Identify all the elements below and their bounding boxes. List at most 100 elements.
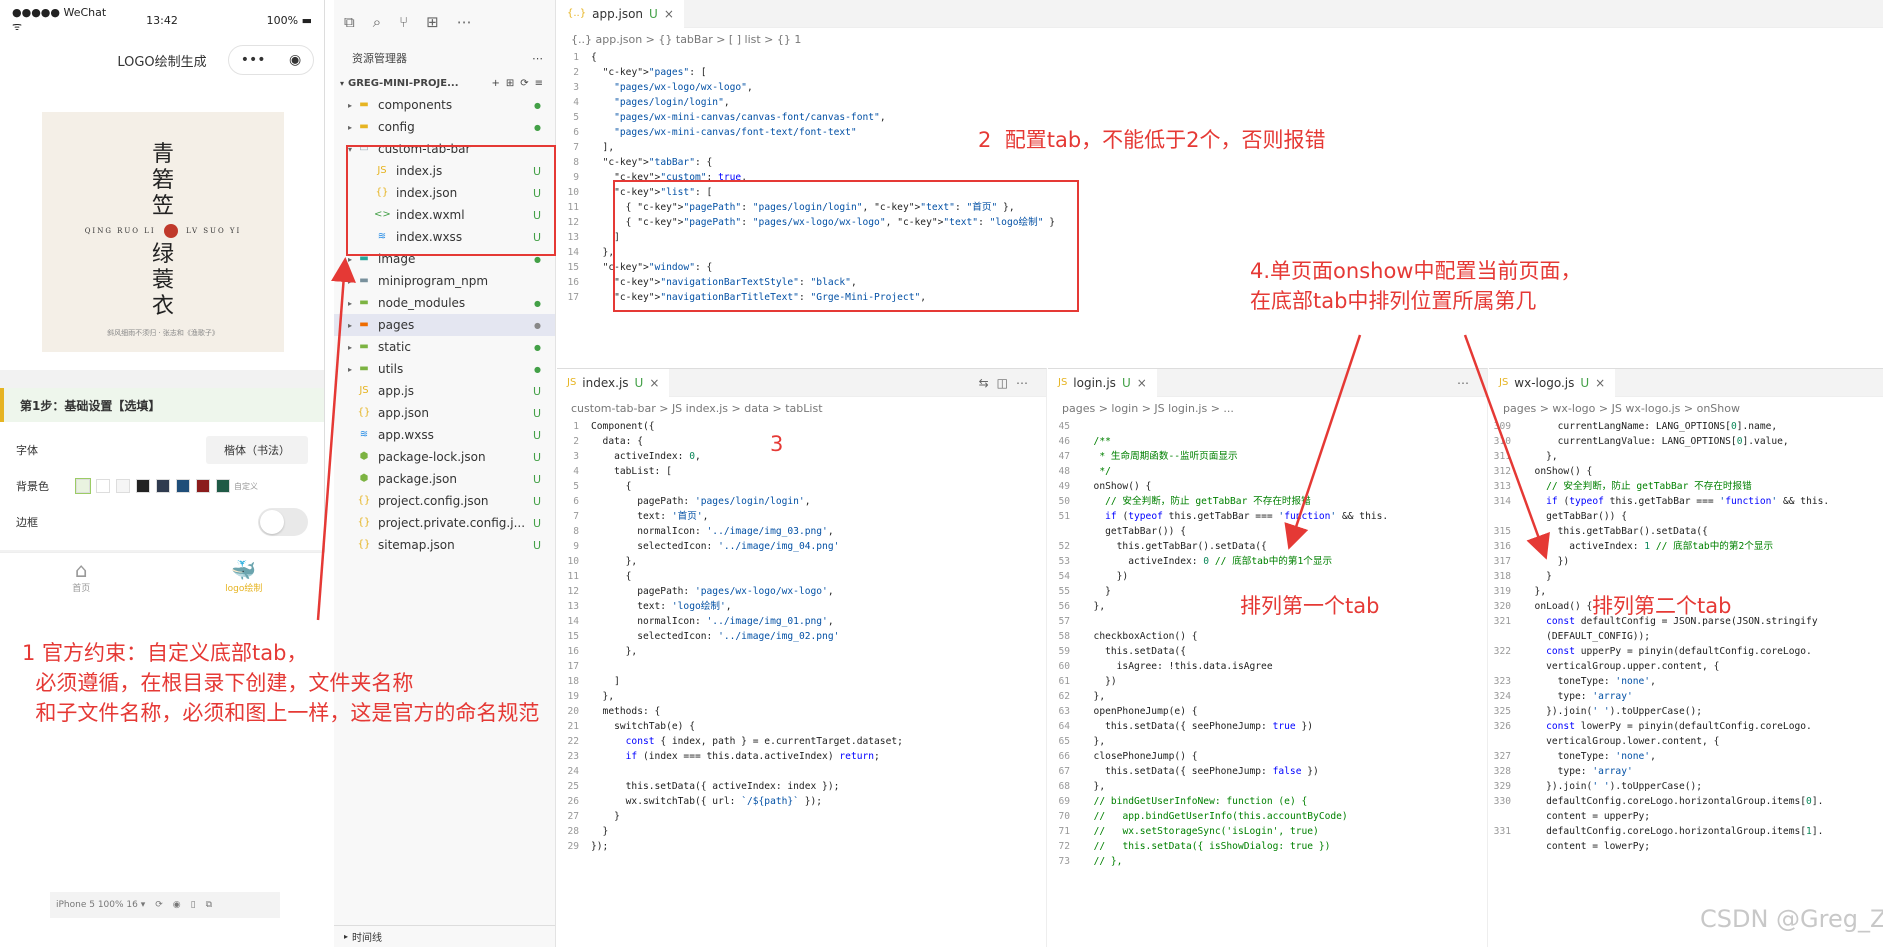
code-line[interactable]: 73 // },: [1048, 854, 1487, 869]
close-icon[interactable]: ×: [1137, 376, 1147, 390]
code-line[interactable]: 311 },: [1489, 449, 1883, 464]
code-line[interactable]: 313 // 安全判断，防止 getTabBar 不存在时报错: [1489, 479, 1883, 494]
color-swatch[interactable]: [216, 479, 230, 493]
code-line[interactable]: 6 pagePath: 'pages/login/login',: [557, 494, 1046, 509]
extensions-icon[interactable]: ⊞: [426, 13, 439, 31]
tab-app-json[interactable]: {..} app.json U ×: [557, 0, 684, 28]
chevron-right-icon[interactable]: ▸: [344, 365, 356, 374]
tree-item[interactable]: ▸ ▬ components ●: [334, 94, 555, 116]
code-line[interactable]: 13 text: 'logo绘制',: [557, 599, 1046, 614]
breadcrumb[interactable]: pages > wx-logo > JS wx-logo.js > onShow: [1489, 397, 1883, 419]
code-line[interactable]: 69 // bindGetUserInfoNew: function (e) {: [1048, 794, 1487, 809]
code-line[interactable]: 327 toneType: 'none',: [1489, 749, 1883, 764]
code-line[interactable]: 21 switchTab(e) {: [557, 719, 1046, 734]
code-line[interactable]: 331 defaultConfig.coreLogo.horizontalGro…: [1489, 824, 1883, 839]
breadcrumb[interactable]: custom-tab-bar > JS index.js > data > ta…: [557, 397, 1046, 419]
chevron-right-icon[interactable]: ▸: [344, 277, 356, 286]
files-icon[interactable]: ⧉: [344, 13, 355, 31]
chevron-right-icon[interactable]: ▸: [344, 343, 356, 352]
code-line[interactable]: 65 },: [1048, 734, 1487, 749]
code-lines[interactable]: 1 Component({2 data: {3 activeIndex: 0, 4 …: [557, 419, 1046, 854]
project-root[interactable]: ▾ GREG-MINI-PROJE... +⊞⟳≡: [334, 72, 555, 94]
code-line[interactable]: 59 this.setData({: [1048, 644, 1487, 659]
tree-item[interactable]: ▸ ▬ pages ●: [334, 314, 555, 336]
tree-item[interactable]: ⬢ package.json U: [334, 468, 555, 490]
code-line[interactable]: 18 ]: [557, 674, 1046, 689]
code-line[interactable]: 26 wx.switchTab({ url: `/${path}` });: [557, 794, 1046, 809]
code-line[interactable]: 310 currentLangValue: LANG_OPTIONS[0].va…: [1489, 434, 1883, 449]
code-line[interactable]: 72 // this.setData({ isShowDialog: true …: [1048, 839, 1487, 854]
custom-color-button[interactable]: 自定义: [234, 481, 258, 492]
code-line[interactable]: 16 },: [557, 644, 1046, 659]
breadcrumb[interactable]: pages > login > JS login.js > ...: [1048, 397, 1487, 419]
more-dots-icon[interactable]: •••: [241, 52, 266, 68]
close-icon[interactable]: ×: [1595, 376, 1605, 390]
tree-item[interactable]: ▸ ▬ node_modules ●: [334, 292, 555, 314]
code-line[interactable]: 318 }: [1489, 569, 1883, 584]
code-line[interactable]: 54 }): [1048, 569, 1487, 584]
chevron-right-icon[interactable]: ▸: [344, 299, 356, 308]
explorer-more-icon[interactable]: ⋯: [532, 52, 543, 65]
tree-item[interactable]: ▸ ▬ config ●: [334, 116, 555, 138]
code-line[interactable]: 15 selectedIcon: '../image/img_02.png': [557, 629, 1046, 644]
tab-login-js[interactable]: JS login.js U ×: [1048, 368, 1157, 397]
breadcrumb[interactable]: {..} app.json > {} tabBar > [ ] list > {…: [557, 28, 1883, 50]
font-select-button[interactable]: 楷体（书法）: [206, 436, 308, 464]
code-line[interactable]: 8 normalIcon: '../image/img_03.png',: [557, 524, 1046, 539]
color-swatch[interactable]: [156, 479, 170, 493]
tree-item[interactable]: {} app.json U: [334, 402, 555, 424]
tree-item[interactable]: ≋ app.wxss U: [334, 424, 555, 446]
chevron-right-icon[interactable]: ▸: [344, 123, 356, 132]
code-line[interactable]: 322 const upperPy = pinyin(defaultConfig…: [1489, 644, 1883, 659]
code-line[interactable]: 62 },: [1048, 689, 1487, 704]
code-line[interactable]: 316 activeIndex: 1 // 底部tab中的第2个显示: [1489, 539, 1883, 554]
code-line[interactable]: (DEFAULT_CONFIG));: [1489, 629, 1883, 644]
tree-item[interactable]: ▸ ▬ static ●: [334, 336, 555, 358]
code-line[interactable]: 1 Component({: [557, 419, 1046, 434]
window-icon[interactable]: ⧉: [206, 900, 212, 910]
code-line[interactable]: 317 }): [1489, 554, 1883, 569]
tree-item[interactable]: {} project.private.config.j... U: [334, 512, 555, 534]
code-line[interactable]: 60 isAgree: !this.data.isAgree: [1048, 659, 1487, 674]
code-line[interactable]: 3 activeIndex: 0,: [557, 449, 1046, 464]
device-select[interactable]: iPhone 5 100% 16 ▾: [56, 900, 145, 910]
tree-item[interactable]: {} sitemap.json U: [334, 534, 555, 556]
code-line[interactable]: 61 }): [1048, 674, 1487, 689]
color-swatch[interactable]: [196, 479, 210, 493]
code-line[interactable]: 11 {: [557, 569, 1046, 584]
code-line[interactable]: 315 this.getTabBar().setData({: [1489, 524, 1883, 539]
editor-actions[interactable]: ⇆◫⋯: [979, 376, 1036, 390]
code-line[interactable]: 309 currentLangName: LANG_OPTIONS[0].nam…: [1489, 419, 1883, 434]
code-line[interactable]: 330 defaultConfig.coreLogo.horizontalGro…: [1489, 794, 1883, 809]
color-swatch[interactable]: [136, 479, 150, 493]
tree-item[interactable]: {} project.config.json U: [334, 490, 555, 512]
code-line[interactable]: 4 "pages/login/login",: [557, 95, 1883, 110]
tab-wx-logo-js[interactable]: JS wx-logo.js U ×: [1489, 368, 1616, 397]
code-line[interactable]: 64 this.setData({ seePhoneJump: true }): [1048, 719, 1487, 734]
code-line[interactable]: 20 methods: {: [557, 704, 1046, 719]
code-line[interactable]: 328 type: 'array': [1489, 764, 1883, 779]
code-line[interactable]: 22 const { index, path } = e.currentTarg…: [557, 734, 1046, 749]
code-line[interactable]: 48 */: [1048, 464, 1487, 479]
code-line[interactable]: 47 * 生命周期函数--监听页面显示: [1048, 449, 1487, 464]
code-line[interactable]: 314 if (typeof this.getTabBar === 'funct…: [1489, 494, 1883, 509]
code-line[interactable]: 324 type: 'array': [1489, 689, 1883, 704]
tree-item[interactable]: ⬢ package-lock.json U: [334, 446, 555, 468]
tab-home[interactable]: ⌂ 首页: [0, 553, 163, 600]
code-line[interactable]: 29});: [557, 839, 1046, 854]
code-line[interactable]: 49 onShow() {: [1048, 479, 1487, 494]
more-icon[interactable]: ⋯: [457, 13, 472, 31]
code-line[interactable]: 12 pagePath: 'pages/wx-logo/wx-logo',: [557, 584, 1046, 599]
code-line[interactable]: 3 "pages/wx-logo/wx-logo",: [557, 80, 1883, 95]
code-line[interactable]: 8 "c-key">"tabBar": {: [557, 155, 1883, 170]
code-line[interactable]: 70 // app.bindGetUserInfo(this.accountBy…: [1048, 809, 1487, 824]
tree-item[interactable]: JS app.js U: [334, 380, 555, 402]
editor-actions[interactable]: ⋯: [1457, 376, 1477, 390]
code-line[interactable]: getTabBar()) {: [1048, 524, 1487, 539]
color-swatch[interactable]: [96, 479, 110, 493]
code-line[interactable]: 2 "c-key">"pages": [: [557, 65, 1883, 80]
code-line[interactable]: 50 // 安全判断，防止 getTabBar 不存在时报错: [1048, 494, 1487, 509]
mini-program-capsule[interactable]: ••• ◉: [228, 45, 314, 75]
code-lines[interactable]: 45 46 /** 47 * 生命周期函数--监听页面显示 48 */49 onSho…: [1048, 419, 1487, 869]
code-line[interactable]: 66 closePhoneJump() {: [1048, 749, 1487, 764]
